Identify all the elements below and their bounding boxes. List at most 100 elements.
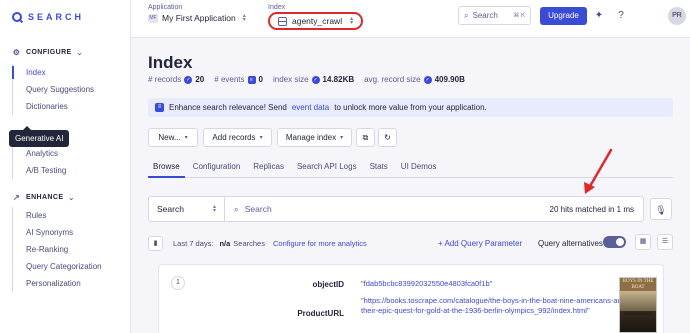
microphone-button[interactable]: 🎙 — [650, 198, 672, 220]
database-icon: ≡ — [247, 75, 256, 84]
check-badge-icon: ✓ — [423, 75, 432, 84]
logo[interactable]: SEARCH — [12, 12, 84, 22]
query-alternatives-toggle[interactable] — [603, 236, 626, 248]
analytics-period: Last 7 days: — [173, 238, 214, 248]
configure-analytics-link[interactable]: Configure for more analytics — [273, 239, 367, 248]
sidebar-item-query-suggestions[interactable]: Query Suggestions — [26, 81, 94, 98]
add-records-label: Add records — [212, 133, 256, 142]
records-search-bar: Search ▴ ▾ ⌕ Search 20 hits matched in 1 … — [148, 196, 644, 222]
index-stats: # records ✓ 20 # events ≡ 0 index size ✓… — [148, 75, 475, 84]
thumbnail-sky — [620, 291, 656, 311]
add-query-parameter-button[interactable]: + Add Query Parameter — [438, 239, 522, 248]
refresh-icon: ↻ — [384, 133, 391, 142]
index-selector[interactable]: Index agenty_crawl ▴ ▾ — [268, 4, 364, 30]
copy-button[interactable]: ⧉ — [356, 128, 375, 147]
application-selector[interactable]: Application MF My First Application ▴ ▾ — [148, 4, 246, 23]
search-icon: ⌕ — [234, 203, 239, 214]
search-icon: ⌕ — [464, 10, 469, 20]
help-icon[interactable]: ? — [615, 10, 627, 22]
section-configure[interactable]: ⚙ CONFIGURE ⌄ — [12, 48, 83, 57]
upgrade-button[interactable]: Upgrade — [540, 7, 587, 25]
list-view-icon[interactable]: ☰ — [657, 234, 673, 250]
tab-browse[interactable]: Browse — [148, 156, 185, 178]
chevron-down-icon: ⌄ — [68, 194, 75, 202]
page-title: Index — [148, 53, 193, 72]
tab-search-api-logs[interactable]: Search API Logs — [292, 156, 362, 178]
section-enhance-label: ENHANCE — [26, 194, 64, 201]
hits-count: 20 hits matched in 1 ms — [549, 204, 634, 214]
sidebar-item-index[interactable]: Index — [11, 64, 94, 81]
stat-avg-record-size: avg. record size ✓ 409.90B — [364, 75, 465, 84]
thumbnail-boat — [624, 312, 652, 315]
tab-configuration[interactable]: Configuration — [188, 156, 246, 178]
attribute-key: objectID — [312, 280, 344, 289]
chevron-updown-icon: ▴ ▾ — [350, 16, 354, 26]
chevron-down-icon: ⌄ — [76, 49, 83, 57]
sidebar-item-ab-testing[interactable]: A/B Testing — [26, 162, 66, 179]
event-data-link[interactable]: event data — [292, 103, 329, 112]
tab-ui-demos[interactable]: UI Demos — [396, 156, 442, 178]
bar-chart-icon[interactable]: ▮ — [148, 235, 163, 251]
top-bar: Application MF My First Application ▴ ▾ I… — [131, 0, 690, 38]
grid-view-icon[interactable]: ▦ — [635, 234, 651, 250]
chevron-updown-icon: ▴ ▾ — [242, 13, 246, 23]
tooltip-generative-ai: Generative AI — [9, 126, 70, 147]
application-badge: MF — [148, 13, 158, 23]
list-icon: ≡ — [155, 103, 164, 112]
sidebar-item-personalization[interactable]: Personalization — [26, 275, 102, 292]
tab-stats[interactable]: Stats — [365, 156, 393, 178]
gear-icon: ⚙ — [12, 48, 21, 57]
application-label: Application — [148, 4, 183, 11]
records-search-input[interactable]: ⌕ Search 20 hits matched in 1 ms — [225, 204, 643, 215]
add-records-button[interactable]: Add records ▾ — [203, 128, 272, 147]
stat-label: avg. record size — [364, 75, 421, 84]
stat-value: 14.82KB — [322, 75, 355, 84]
sidebar-item-ai-synonyms[interactable]: AI Synonyms — [26, 224, 102, 241]
record-number: 1 — [171, 276, 185, 290]
stat-value: 409.90B — [434, 75, 465, 84]
attribute-value[interactable]: "fdab5bcbc83992032550e4803fca0f1b" — [361, 279, 629, 289]
observe-nav: Analytics A/B Testing — [12, 145, 66, 179]
configure-nav: Index Query Suggestions Dictionaries — [11, 64, 94, 115]
shortcut-hint: ⌘ K — [513, 13, 525, 19]
chevron-down-icon: ▾ — [259, 135, 263, 141]
thumbnail-title: BOYS IN THE BOAT — [620, 278, 656, 291]
query-alternatives-label: Query alternatives — [538, 238, 603, 248]
section-enhance[interactable]: ↗ ENHANCE ⌄ — [12, 193, 75, 202]
banner-text-post: to unlock more value from your applicati… — [334, 103, 487, 112]
tab-replicas[interactable]: Replicas — [248, 156, 289, 178]
sidebar-item-rules[interactable]: Rules — [26, 207, 102, 224]
analytics-value: n/a — [219, 238, 231, 248]
copy-icon: ⧉ — [362, 132, 369, 142]
attribute-value[interactable]: "https://books.toscrape.com/catalogue/th… — [361, 296, 629, 316]
analytics-searches: Searches — [233, 238, 265, 248]
sidebar-item-dictionaries[interactable]: Dictionaries — [26, 98, 94, 115]
index-label: Index — [268, 4, 286, 11]
logo-text: SEARCH — [28, 12, 85, 22]
sidebar-item-re-ranking[interactable]: Re-Ranking — [26, 241, 102, 258]
records-search-placeholder: Search — [244, 204, 272, 214]
index-name: agenty_crawl — [292, 16, 343, 26]
check-badge-icon: ✓ — [184, 75, 193, 84]
new-button[interactable]: New... ▾ — [148, 128, 198, 147]
search-type-select[interactable]: Search ▴ ▾ — [149, 197, 225, 221]
manage-index-label: Manage index — [285, 133, 337, 142]
manage-index-button[interactable]: Manage index ▾ — [277, 128, 352, 147]
sparkle-icon[interactable]: ✦ — [593, 10, 605, 22]
record-card: 1 objectID "fdab5bcbc83992032550e4803fca… — [158, 264, 664, 333]
product-thumbnail[interactable]: BOYS IN THE BOAT — [619, 277, 657, 333]
sidebar-item-analytics[interactable]: Analytics — [26, 145, 66, 162]
avatar[interactable]: PR — [668, 7, 686, 25]
sidebar-item-query-categorization[interactable]: Query Categorization — [26, 258, 102, 275]
global-search-button[interactable]: ⌕ Search ⌘ K — [458, 6, 531, 25]
search-logo-icon — [12, 12, 22, 22]
annotation-arrow — [584, 148, 613, 194]
stat-label: # events — [214, 75, 245, 84]
refresh-button[interactable]: ↻ — [378, 128, 397, 147]
sidebar: SEARCH ⚙ CONFIGURE ⌄ Index Query Suggest… — [0, 0, 131, 333]
section-configure-label: CONFIGURE — [26, 49, 72, 56]
chevron-down-icon: ▾ — [340, 135, 344, 141]
attribute-key: ProductURL — [297, 309, 344, 318]
index-selector-box[interactable]: agenty_crawl ▴ ▾ — [268, 12, 364, 30]
stat-index-size: index size ✓ 14.82KB — [273, 75, 354, 84]
